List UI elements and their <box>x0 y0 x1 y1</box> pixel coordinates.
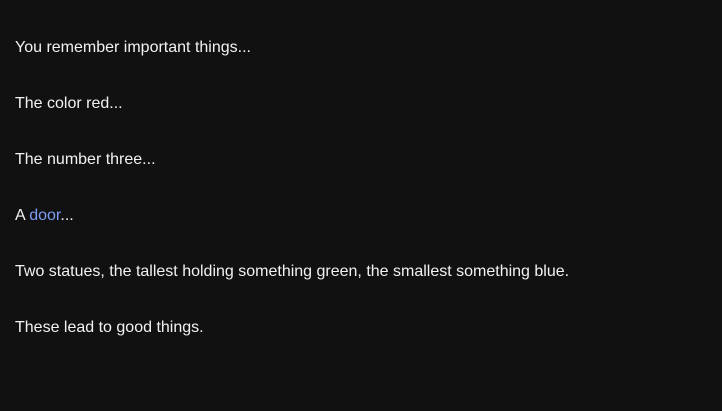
passage-line-color-red: The color red... <box>15 95 123 112</box>
door-link[interactable]: door <box>29 207 60 224</box>
door-line-prefix: A <box>15 207 30 224</box>
door-line-suffix: ... <box>60 207 74 224</box>
passage-line-door: A door... <box>15 206 74 226</box>
passage-line-good-things: These lead to good things. <box>15 319 204 336</box>
passage-line-important-things: You remember important things... <box>15 39 251 56</box>
passage-line-statues: Two statues, the tallest holding somethi… <box>15 263 570 280</box>
passage-line-number-three: The number three... <box>15 151 156 168</box>
